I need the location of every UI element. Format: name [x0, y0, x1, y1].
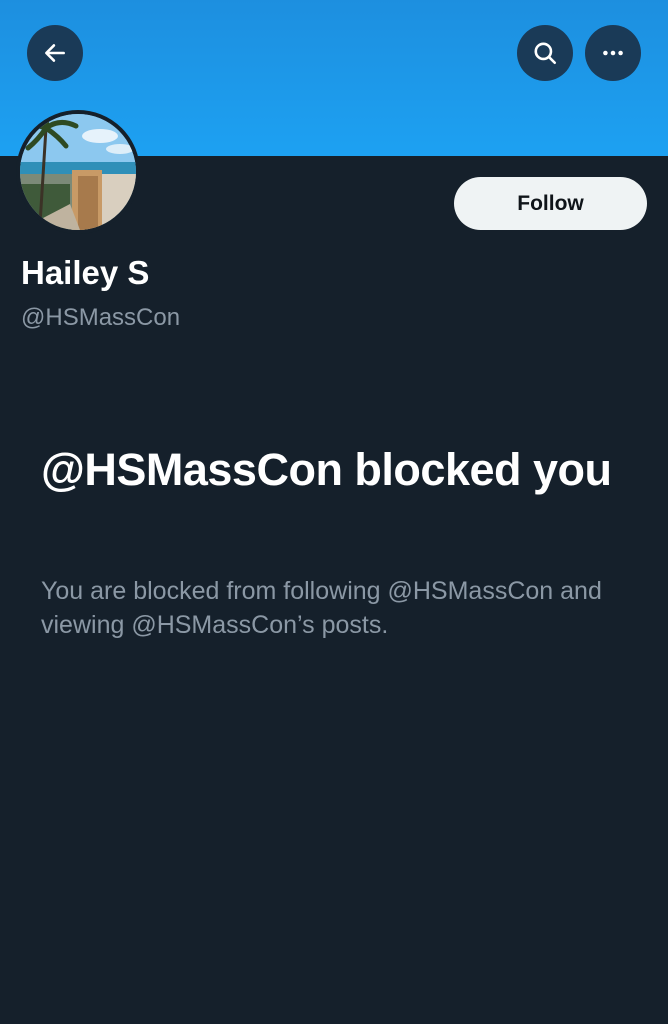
more-horizontal-icon — [600, 40, 626, 66]
blocked-title: @HSMassCon blocked you — [41, 444, 612, 495]
more-options-button[interactable] — [585, 25, 641, 81]
blocked-description: You are blocked from following @HSMassCo… — [41, 577, 602, 639]
avatar[interactable] — [16, 110, 140, 234]
search-button[interactable] — [517, 25, 573, 81]
back-button[interactable] — [27, 25, 83, 81]
user-handle: @HSMassCon — [21, 304, 181, 331]
arrow-left-icon — [42, 40, 68, 66]
follow-button[interactable]: Follow — [454, 177, 647, 230]
search-icon — [532, 40, 558, 66]
display-name: Hailey S — [21, 254, 150, 291]
